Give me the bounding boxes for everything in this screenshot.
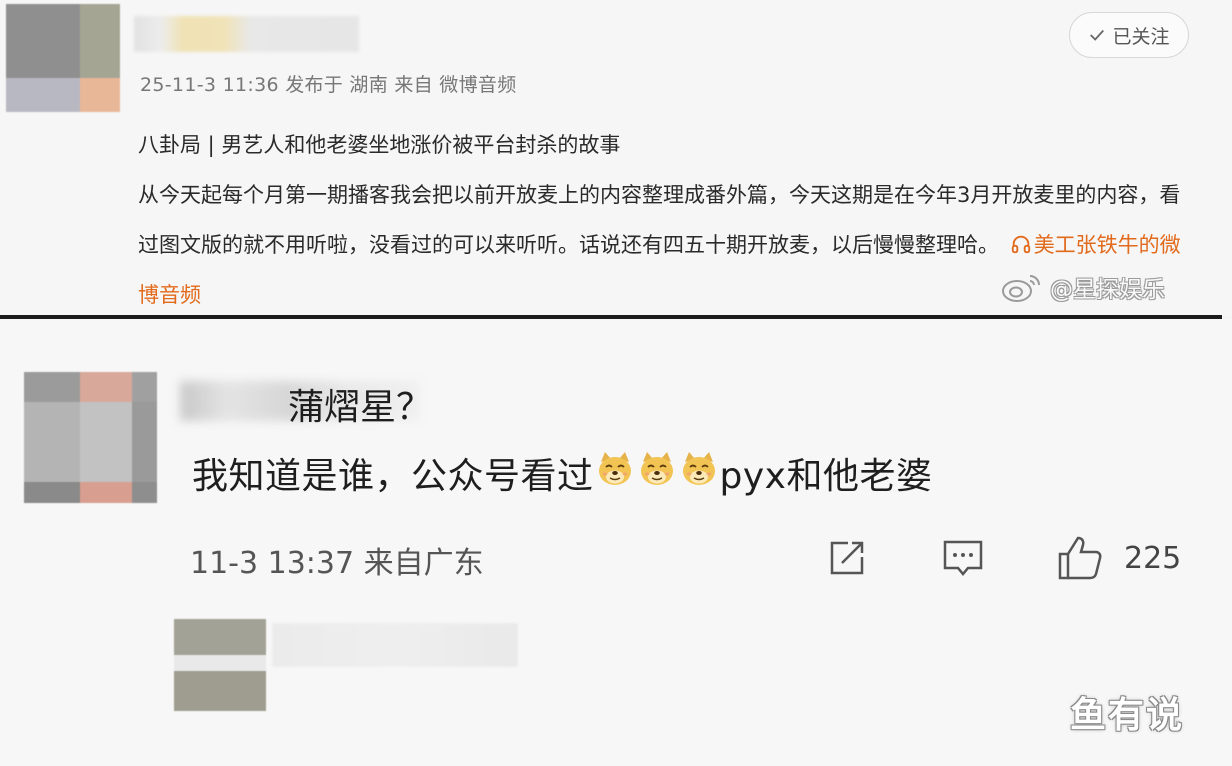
comment-icon	[943, 540, 983, 576]
share-button[interactable]	[826, 535, 868, 581]
comment-item: 我知道是谁，公众号看过 pyx和他老婆 11-3 13:37 来自广东 225	[0, 319, 1232, 766]
avatar-pixel	[80, 78, 120, 112]
follow-button-label: 已关注	[1112, 25, 1170, 48]
comment-text: 我知道是谁，公众号看过 pyx和他老婆	[192, 447, 932, 499]
post-meta: 25-11-3 11:36 发布于 湖南 来自 微博音频	[140, 74, 517, 96]
replier-avatar[interactable]	[174, 619, 266, 711]
avatar-pixel	[174, 619, 266, 655]
comment-text-before: 我知道是谁，公众号看过	[192, 456, 594, 497]
avatar-pixel	[132, 482, 157, 503]
share-icon	[830, 541, 864, 575]
emoji-group	[594, 450, 720, 497]
avatar-pixel	[132, 402, 157, 482]
post-author-avatar[interactable]	[6, 4, 120, 112]
weibo-watermark-text: @星探娱乐	[1050, 277, 1165, 303]
avatar-pixel	[24, 482, 80, 503]
avatar-pixel	[132, 372, 157, 402]
post-author-name-blurred[interactable]	[134, 16, 359, 52]
weibo-logo-icon	[1002, 275, 1040, 302]
avatar-pixel	[174, 671, 266, 711]
like-count: 225	[1124, 540, 1182, 576]
avatar-pixel	[24, 402, 80, 482]
check-icon	[1090, 29, 1105, 41]
replier-name-blurred[interactable]	[272, 623, 518, 667]
commenter-avatar[interactable]	[24, 372, 157, 503]
doge-emoji	[598, 451, 631, 485]
avatar-pixel	[6, 4, 80, 78]
doge-emoji	[682, 451, 715, 485]
avatar-pixel	[80, 372, 132, 402]
comment-text-after: pyx和他老婆	[719, 456, 933, 497]
site-watermark: 鱼有说	[1070, 695, 1185, 736]
thumbs-up-icon	[1058, 536, 1102, 580]
weibo-post: 已关注 25-11-3 11:36 发布于 湖南 来自 微博音频 八卦局 | 男…	[0, 0, 1232, 316]
avatar-pixel	[80, 402, 132, 482]
reply-item	[172, 617, 532, 717]
avatar-pixel	[174, 655, 266, 671]
follow-button[interactable]: 已关注	[1069, 12, 1189, 58]
reply-text: 蒲熠星？	[288, 387, 433, 428]
comment-meta: 11-3 13:37 来自广东	[190, 546, 484, 581]
avatar-pixel	[80, 4, 120, 78]
post-title: 八卦局 | 男艺人和他老婆坐地涨价被平台封杀的故事	[138, 133, 621, 157]
avatar-pixel	[80, 482, 132, 503]
avatar-pixel	[6, 78, 80, 112]
avatar-pixel	[24, 372, 80, 402]
headphones-icon	[1011, 235, 1030, 254]
like-button[interactable]: 225	[1056, 535, 1181, 581]
reply-button[interactable]	[942, 535, 984, 581]
doge-emoji	[640, 451, 673, 485]
weibo-watermark: @星探娱乐	[1000, 270, 1165, 304]
